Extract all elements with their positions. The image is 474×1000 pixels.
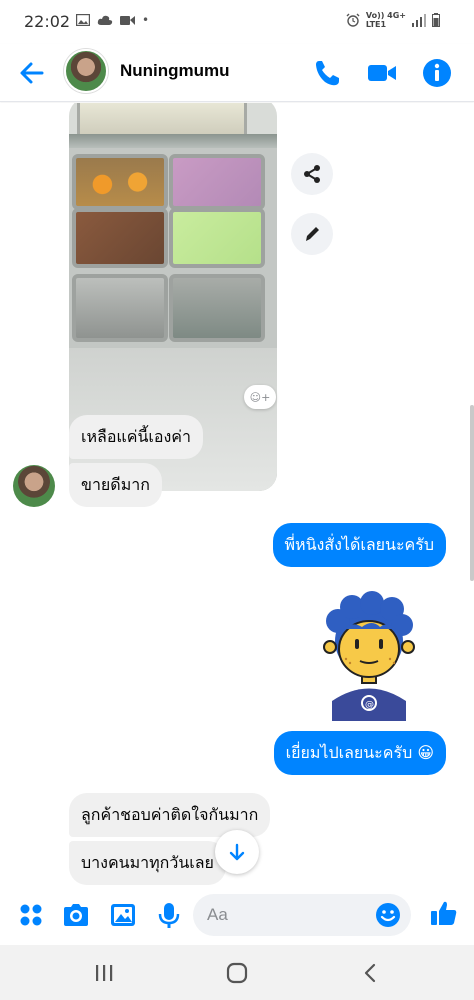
photo-tub-pandan [169, 208, 265, 268]
svg-text:@: @ [365, 700, 374, 710]
photo-tray-top [77, 103, 247, 138]
message-list[interactable]: ☺+ เหลือแค่นี้เองค่า ขายดีมาก พี่หนิงสั่… [0, 103, 474, 885]
status-time: 22:02 [24, 12, 71, 31]
gallery-icon[interactable] [108, 900, 138, 930]
photo-tub-empty-left [72, 274, 168, 342]
status-bar: 22:02 • Vo)) 4G+ LTE1 [0, 0, 474, 44]
microphone-icon[interactable] [154, 900, 184, 930]
photo-glass-edge [69, 134, 277, 148]
message-composer: Aa [0, 885, 474, 945]
dot-icon: • [142, 13, 150, 27]
message-text: บางคนมาทุกวันเลย [81, 853, 214, 872]
video-camera-icon[interactable] [366, 57, 398, 89]
back-icon[interactable] [358, 960, 384, 986]
add-reaction-button[interactable]: ☺+ [244, 385, 276, 409]
contact-avatar[interactable] [64, 49, 108, 93]
alarm-icon [346, 13, 360, 27]
signal-icon [412, 13, 426, 27]
reaction-label: ☺+ [249, 390, 271, 404]
message-bubble-incoming[interactable]: เหลือแค่นี้เองค่า [69, 415, 203, 459]
message-text: เหลือแค่นี้เองค่า [81, 427, 191, 446]
apps-grid-icon[interactable] [16, 900, 46, 930]
message-bubble-outgoing[interactable]: เยี่ยมไปเลยนะครับ 😀 [273, 731, 446, 775]
network-label: Vo)) 4G+ [365, 11, 406, 20]
share-button[interactable] [291, 153, 333, 195]
system-nav-bar [0, 945, 474, 1000]
photo-tub-empty-right [169, 274, 265, 342]
emoji-icon[interactable] [373, 900, 403, 930]
sticker-boy[interactable]: @ [322, 581, 416, 721]
message-bubble-incoming[interactable]: บางคนมาทุกวันเลย [69, 841, 226, 885]
message-text: เยี่ยมไปเลยนะครับ 😀 [285, 743, 434, 762]
contact-name[interactable]: Nuningmumu [120, 61, 230, 81]
chat-header: Nuningmumu [0, 44, 474, 102]
battery-icon [432, 13, 440, 27]
edit-pencil-icon [306, 227, 319, 241]
edit-button[interactable] [291, 213, 333, 255]
recents-icon[interactable] [91, 960, 117, 986]
scrollbar[interactable] [470, 405, 474, 581]
message-bubble-outgoing[interactable]: พี่หนิงสั่งได้เลยนะครับ [272, 523, 446, 567]
message-text: พี่หนิงสั่งได้เลยนะครับ [284, 535, 435, 554]
network-indicator: Vo)) 4G+ LTE1 [366, 11, 406, 29]
message-input[interactable]: Aa [193, 894, 411, 936]
thumbs-up-icon[interactable] [429, 898, 459, 928]
message-text: ขายดีมาก [81, 475, 150, 494]
arrow-down-icon [229, 843, 245, 861]
camera-icon[interactable] [61, 900, 91, 930]
message-input-placeholder: Aa [207, 905, 228, 924]
sender-avatar[interactable] [13, 465, 55, 507]
back-arrow-icon[interactable] [16, 57, 48, 89]
phone-icon[interactable] [311, 57, 343, 89]
scroll-to-bottom-button[interactable] [215, 830, 259, 874]
photo-tub-taro [169, 154, 265, 210]
home-icon[interactable] [224, 960, 250, 986]
video-notification-icon [120, 15, 135, 25]
network-sim-label: LTE1 [365, 20, 387, 29]
info-icon[interactable] [421, 57, 453, 89]
gallery-notification-icon [76, 14, 90, 26]
photo-tub-chocolate [72, 208, 168, 268]
photo-tub-orange [72, 154, 168, 210]
message-text: ลูกค้าชอบค่าติดใจกันมาก [81, 805, 259, 824]
share-icon [304, 165, 320, 183]
message-bubble-incoming[interactable]: ขายดีมาก [69, 463, 162, 507]
cloud-icon [97, 15, 113, 25]
